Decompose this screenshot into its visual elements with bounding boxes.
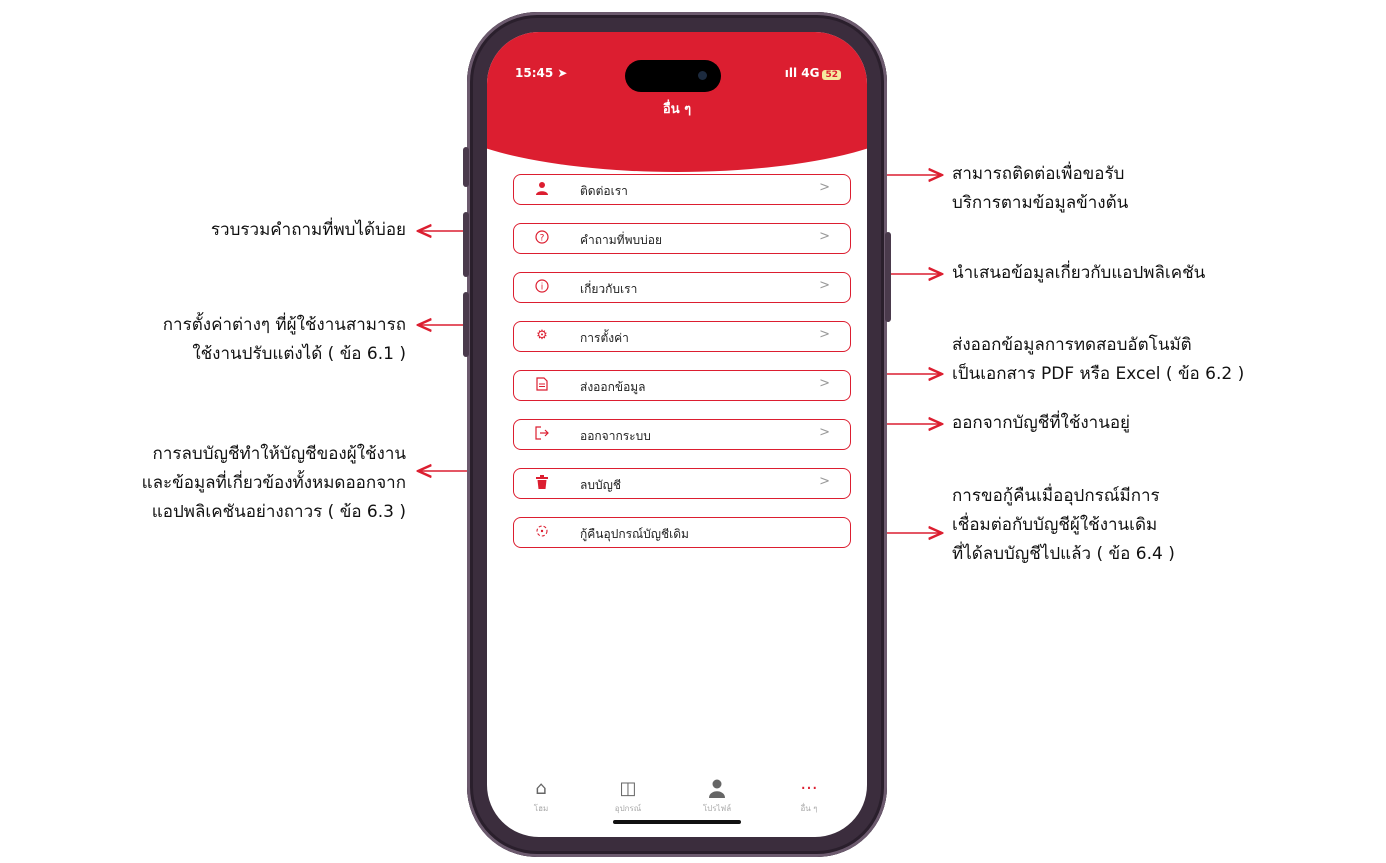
chevron-right-icon: > (819, 278, 830, 293)
tab-label: โปรไฟล์ (702, 804, 732, 813)
menu-label: กู้คืนอุปกรณ์บัญชีเดิม (580, 527, 689, 541)
profile-icon (687, 778, 747, 800)
menu-item-delete-account[interactable]: ลบบัญชี > (513, 468, 851, 499)
annotation-export: ส่งออกข้อมูลการทดสอบอัตโนมัติ เป็นเอกสาร … (952, 335, 1245, 384)
menu-item-logout[interactable]: ออกจากระบบ > (513, 419, 851, 450)
info-icon: i (534, 279, 550, 295)
menu-item-faq[interactable]: ? คำถามที่พบบ่อย > (513, 223, 851, 254)
tab-profile[interactable]: โปรไฟล์ (687, 778, 747, 815)
home-icon: ⌂ (535, 778, 547, 799)
menu-label: ส่งออกข้อมูล (580, 380, 646, 394)
menu-label: การตั้งค่า (580, 331, 629, 345)
status-time: 15:45 ➤ (515, 66, 568, 80)
tab-label: อื่น ๆ (800, 804, 818, 813)
menu-item-contact[interactable]: ติดต่อเรา > (513, 174, 851, 205)
annotation-contact: สามารถติดต่อเพื่อขอรับ บริการตามข้อมูลข้า… (952, 164, 1129, 213)
logout-icon (534, 426, 550, 442)
bottom-tab-bar: ⌂ โฮม ◫ อุปกรณ์ โปรไฟล์ ··· อื่น ๆ (487, 772, 867, 837)
devices-icon: ◫ (619, 778, 637, 799)
restore-icon (534, 524, 550, 540)
tab-label: โฮม (533, 804, 549, 813)
person-icon (534, 181, 550, 197)
menu-label: ติดต่อเรา (580, 184, 628, 198)
app-header: 15:45 ➤ ıll 4G 52 อื่น ๆ (487, 32, 867, 182)
phone-side-button (463, 212, 469, 277)
trash-icon (534, 475, 550, 491)
annotation-logout: ออกจากบัญชีที่ใช้งานอยู่ (952, 413, 1131, 433)
menu-label: คำถามที่พบบ่อย (580, 233, 662, 247)
svg-text:i: i (541, 283, 544, 293)
chevron-right-icon: > (819, 180, 830, 195)
app-screen: 15:45 ➤ ıll 4G 52 อื่น ๆ ติดต่อเรา > ? คำ… (487, 32, 867, 837)
menu-label: ลบบัญชี (580, 478, 621, 492)
menu-label: ออกจากระบบ (580, 429, 651, 443)
page-title: อื่น ๆ (662, 102, 692, 117)
annotation-about: นำเสนอข้อมูลเกี่ยวกับแอปพลิเคชัน (952, 263, 1206, 283)
status-indicators: ıll 4G 52 (785, 66, 841, 80)
tab-home[interactable]: ⌂ โฮม (511, 778, 571, 815)
more-icon: ··· (800, 778, 818, 799)
annotation-settings: การตั้งค่าต่างๆ ที่ผู้ใช้งานสามารถ ใช้งาน… (162, 315, 406, 364)
phone-side-button (463, 147, 469, 187)
chevron-right-icon: > (819, 327, 830, 342)
chevron-right-icon: > (819, 229, 830, 244)
chevron-right-icon: > (819, 425, 830, 440)
question-icon: ? (534, 230, 550, 246)
annotation-restore: การขอกู้คืนเมื่ออุปกรณ์มีการ เชื่อมต่อกับ… (952, 486, 1175, 564)
chevron-right-icon: > (819, 376, 830, 391)
tab-devices[interactable]: ◫ อุปกรณ์ (598, 778, 658, 815)
home-indicator (613, 820, 741, 824)
menu-item-settings[interactable]: ⚙ การตั้งค่า > (513, 321, 851, 352)
battery-icon: 52 (822, 70, 841, 80)
signal-label: ıll 4G (784, 66, 820, 80)
tab-more[interactable]: ··· อื่น ๆ (779, 778, 839, 815)
menu-item-restore-device[interactable]: กู้คืนอุปกรณ์บัญชีเดิม (513, 517, 851, 548)
menu-item-about[interactable]: i เกี่ยวกับเรา > (513, 272, 851, 303)
phone-side-button (463, 292, 469, 357)
document-icon (534, 377, 550, 393)
phone-frame: 15:45 ➤ ıll 4G 52 อื่น ๆ ติดต่อเรา > ? คำ… (463, 12, 891, 857)
menu-item-export[interactable]: ส่งออกข้อมูล > (513, 370, 851, 401)
svg-text:?: ? (540, 234, 545, 244)
menu-label: เกี่ยวกับเรา (580, 282, 638, 296)
phone-side-button (885, 232, 891, 322)
annotation-faq: รวบรวมคำถามที่พบได้บ่อย (210, 220, 406, 240)
gear-icon: ⚙ (536, 328, 548, 343)
tab-label: อุปกรณ์ (614, 804, 642, 813)
chevron-right-icon: > (819, 474, 830, 489)
annotation-delete: การลบบัญชีทำให้บัญชีของผู้ใช้งาน และข้อมู… (141, 444, 406, 522)
dynamic-island (625, 60, 721, 92)
